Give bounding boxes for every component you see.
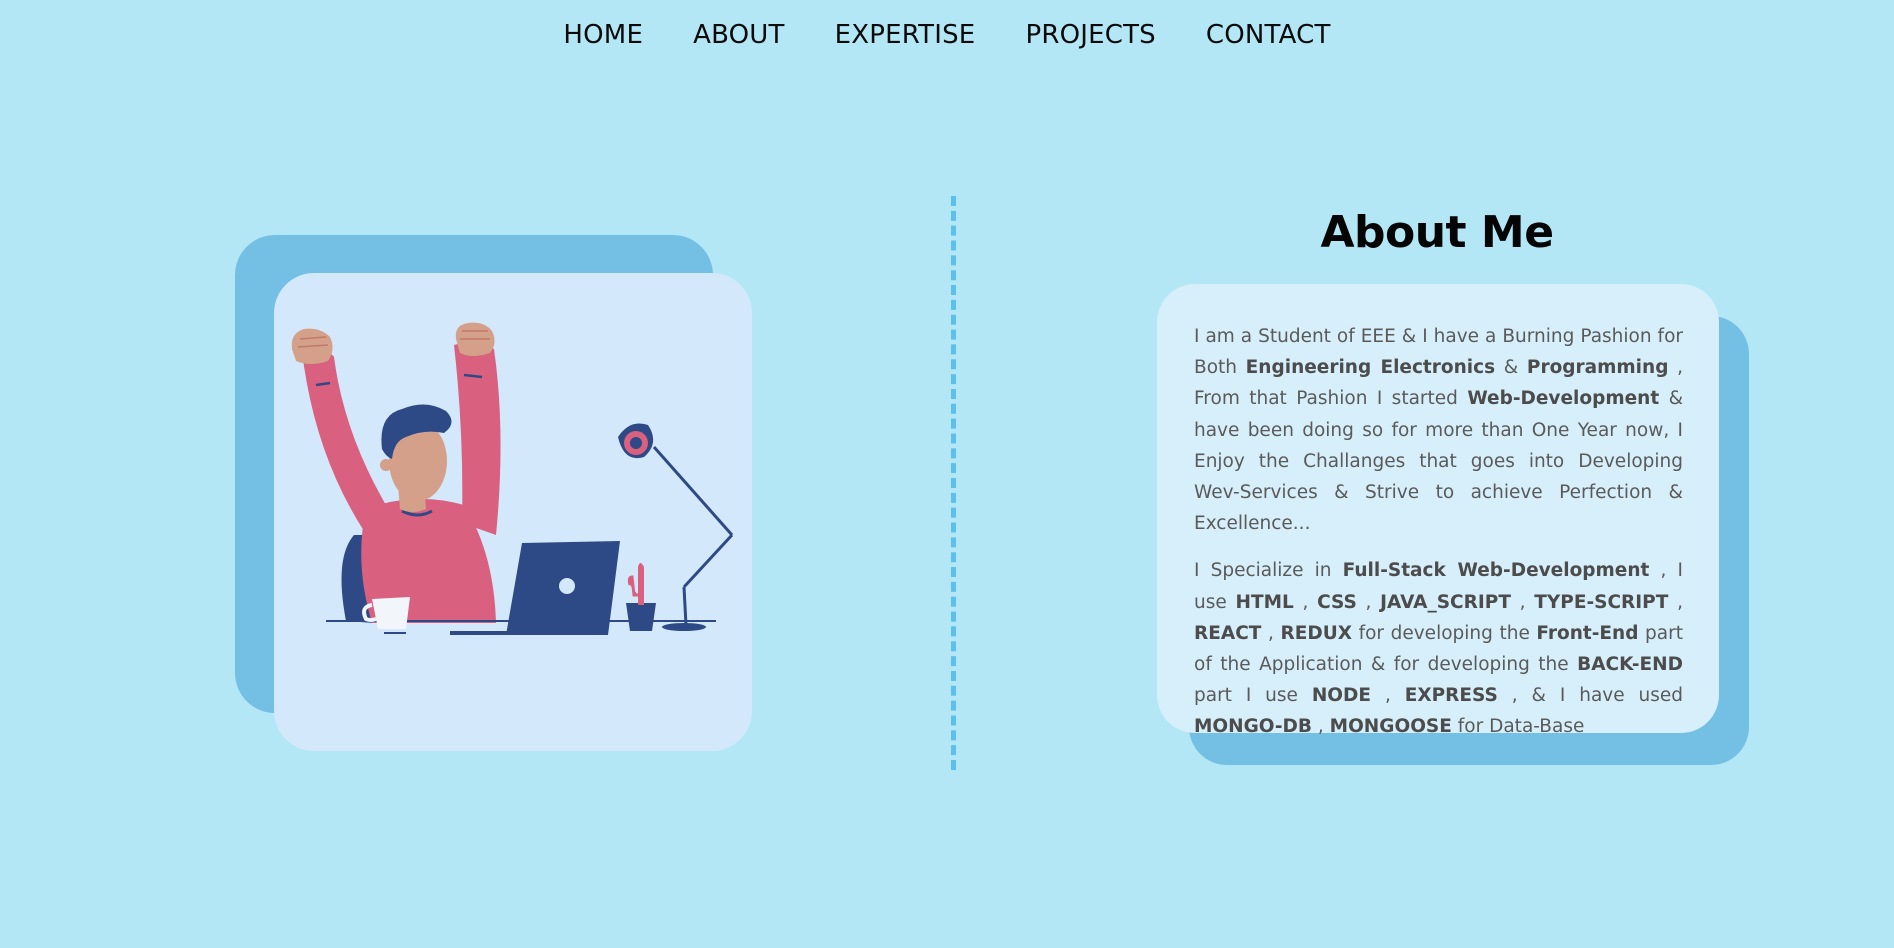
keyword: TYPE-SCRIPT	[1534, 591, 1669, 613]
text-run: ,	[1312, 716, 1330, 738]
about-title: About Me	[1320, 207, 1554, 258]
about-paragraph-intro: I am a Student of EEE & I have a Burning…	[1194, 321, 1683, 539]
keyword: REDUX	[1280, 622, 1352, 644]
keyword: Front-End	[1536, 622, 1639, 644]
keyword: EXPRESS	[1404, 685, 1498, 707]
keyword: Full-Stack Web-Development	[1342, 560, 1650, 582]
section-divider	[951, 196, 956, 770]
keyword: Web-Development	[1467, 388, 1660, 410]
nav-list: HOME ABOUT EXPERTISE PROJECTS CONTACT	[563, 20, 1330, 50]
nav-contact-link[interactable]: CONTACT	[1206, 20, 1331, 50]
nav-about-link[interactable]: ABOUT	[693, 20, 785, 50]
text-run: for Data-Base	[1451, 716, 1585, 738]
text-run: &	[1495, 357, 1527, 379]
top-nav: HOME ABOUT EXPERTISE PROJECTS CONTACT	[0, 0, 1894, 70]
text-run: ,	[1261, 622, 1281, 644]
keyword: MONGOOSE	[1329, 716, 1452, 738]
keyword: CSS	[1317, 591, 1357, 613]
celebrating-developer-illustration	[291, 322, 734, 635]
text-run: I Specialize in	[1194, 560, 1343, 582]
keyword: JAVA_SCRIPT	[1380, 591, 1511, 613]
keyword: Programming	[1526, 357, 1669, 379]
keyword: MONGO-DB	[1194, 716, 1313, 738]
keyword: NODE	[1311, 685, 1372, 707]
keyword: HTML	[1235, 591, 1294, 613]
text-run: ,	[1293, 591, 1318, 613]
keyword: REACT	[1194, 622, 1262, 644]
text-run: for developing the	[1352, 622, 1537, 644]
about-card: I am a Student of EEE & I have a Burning…	[1157, 284, 1719, 737]
nav-home-link[interactable]: HOME	[563, 20, 643, 50]
keyword: BACK-END	[1577, 654, 1683, 676]
illustration-card	[274, 273, 752, 751]
page: HOME ABOUT EXPERTISE PROJECTS CONTACT Ab…	[0, 0, 1894, 948]
text-run: ,	[1356, 591, 1381, 613]
keyword: Engineering Electronics	[1245, 357, 1496, 379]
text-run: ,	[1371, 685, 1405, 707]
text-run: ,	[1668, 591, 1683, 613]
text-run: part I use	[1194, 685, 1312, 707]
nav-expertise-link[interactable]: EXPERTISE	[835, 20, 976, 50]
text-run: , & I have used	[1497, 685, 1683, 707]
text-run: & have been doing so for more than One Y…	[1194, 388, 1684, 535]
text-run: ,	[1510, 591, 1535, 613]
about-paragraph-skills: I Specialize in Full-Stack Web-Developme…	[1194, 555, 1683, 742]
nav-projects-link[interactable]: PROJECTS	[1025, 20, 1155, 50]
